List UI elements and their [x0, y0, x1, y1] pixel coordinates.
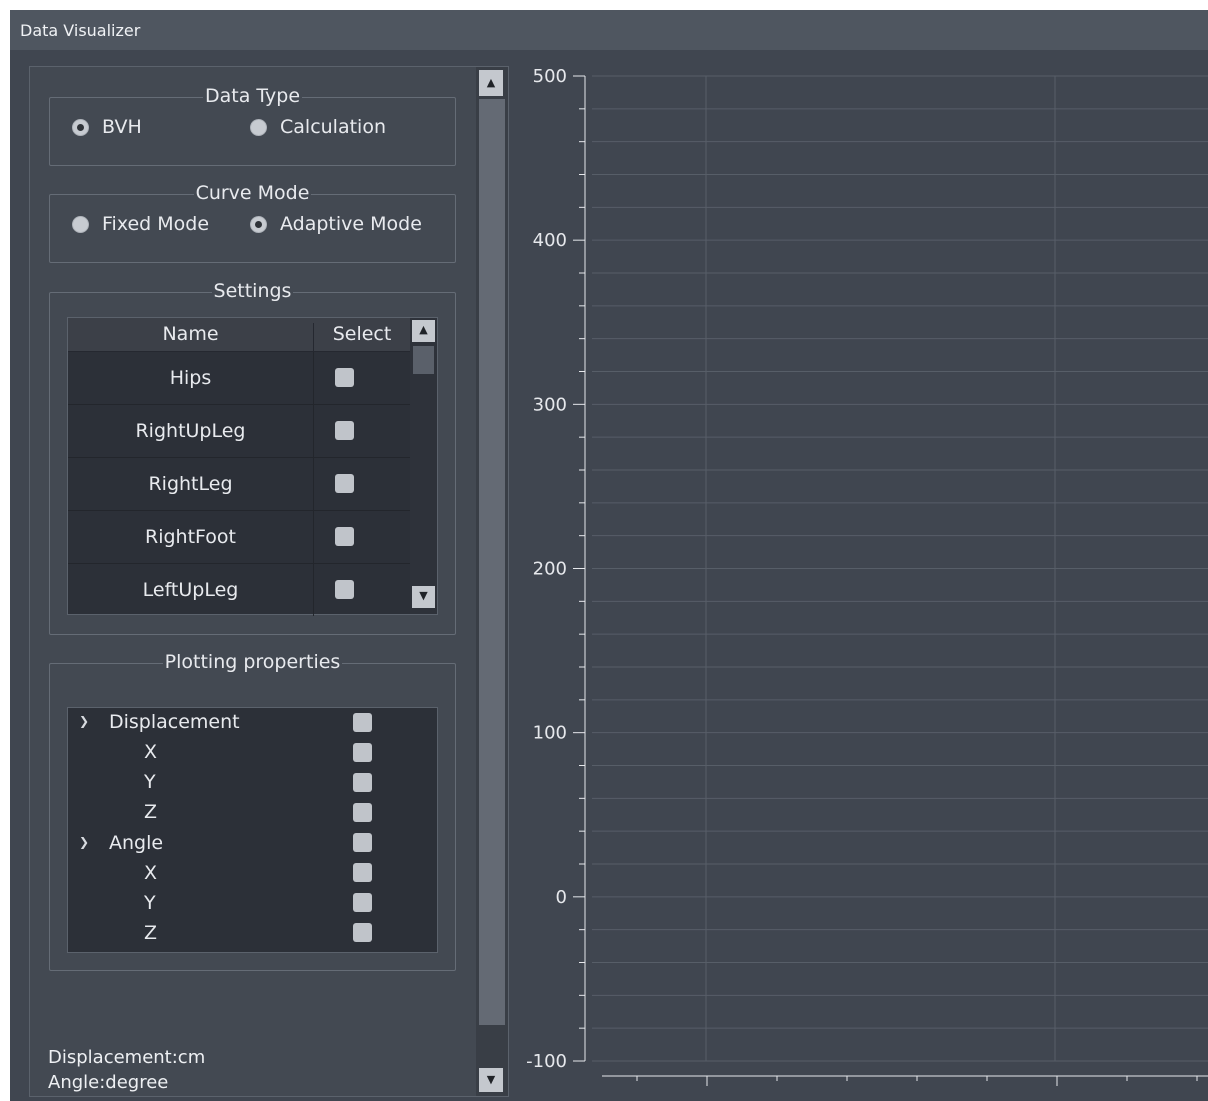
table-header: Name Select: [68, 318, 410, 356]
radio-calculation[interactable]: Calculation: [250, 116, 386, 138]
angle-x-checkbox[interactable]: [353, 863, 372, 882]
tree-item-displacement-z[interactable]: Z: [144, 801, 157, 823]
y-tick-label: -100: [526, 1051, 567, 1072]
chevron-down-icon[interactable]: ❯: [79, 835, 89, 849]
table-row[interactable]: RightUpLeg: [68, 405, 410, 458]
scroll-down-arrow-icon[interactable]: ▼: [412, 586, 435, 608]
radio-checked-icon: [250, 215, 267, 233]
row-name: Hips: [68, 352, 314, 404]
units-angle: Angle:degree: [48, 1072, 169, 1093]
radio-adaptive-mode[interactable]: Adaptive Mode: [250, 213, 422, 235]
tree-item-angle-y[interactable]: Y: [144, 892, 156, 914]
tree-item-displacement[interactable]: Displacement: [109, 711, 240, 733]
settings-title: Settings: [211, 280, 294, 302]
chevron-down-icon[interactable]: ❯: [79, 714, 89, 728]
select-checkbox[interactable]: [335, 527, 354, 546]
table-scrollbar[interactable]: ▲ ▼: [410, 318, 437, 614]
displacement-checkbox[interactable]: [353, 713, 372, 732]
data-visualizer-window: Data Visualizer Data Type BVH Calculatio…: [10, 10, 1208, 1101]
data-type-title: Data Type: [202, 85, 303, 107]
tree-item-angle-x[interactable]: X: [144, 862, 157, 884]
title-bar[interactable]: Data Visualizer: [10, 10, 1208, 50]
scroll-thumb[interactable]: [479, 99, 505, 1025]
y-tick-label: 0: [556, 887, 567, 908]
panel-scrollbar[interactable]: ▲ ▼: [476, 67, 508, 1096]
table-row[interactable]: RightLeg: [68, 458, 410, 511]
window-title: Data Visualizer: [20, 21, 141, 40]
radio-calculation-label: Calculation: [280, 116, 386, 138]
displacement-y-checkbox[interactable]: [353, 773, 372, 792]
table-row[interactable]: LeftUpLeg: [68, 564, 410, 616]
settings-group: Settings Name Select Hips RightUpLeg Rig…: [49, 280, 456, 635]
radio-bvh-label: BVH: [102, 116, 142, 138]
plotting-properties-tree: ❯ Displacement X Y Z ❯ Angle X Y Z: [67, 707, 438, 953]
displacement-x-checkbox[interactable]: [353, 743, 372, 762]
y-tick-label: 500: [533, 66, 567, 87]
plotting-properties-group: Plotting properties ❯ Displacement X Y Z…: [49, 651, 456, 971]
select-checkbox[interactable]: [335, 580, 354, 599]
curve-mode-group: Curve Mode Fixed Mode Adaptive Mode: [49, 182, 456, 263]
tree-item-angle[interactable]: Angle: [109, 832, 163, 854]
y-tick-label: 100: [533, 723, 567, 744]
tree-item-displacement-x[interactable]: X: [144, 741, 157, 763]
row-name: RightLeg: [68, 458, 314, 510]
chart-svg: 500 400 300 200 100 0 -100: [526, 66, 1208, 1086]
select-checkbox[interactable]: [335, 474, 354, 493]
tree-item-angle-z[interactable]: Z: [144, 922, 157, 944]
scroll-thumb[interactable]: [413, 346, 434, 374]
select-checkbox[interactable]: [335, 368, 354, 387]
angle-y-checkbox[interactable]: [353, 893, 372, 912]
angle-z-checkbox[interactable]: [353, 923, 372, 942]
row-name: RightUpLeg: [68, 405, 314, 457]
data-type-group: Data Type BVH Calculation: [49, 85, 456, 166]
y-tick-label: 400: [533, 230, 567, 251]
plotting-properties-title: Plotting properties: [162, 651, 343, 673]
row-name: LeftUpLeg: [68, 564, 314, 616]
curve-mode-title: Curve Mode: [193, 182, 312, 204]
radio-bvh[interactable]: BVH: [72, 116, 142, 138]
table-row[interactable]: Hips: [68, 352, 410, 405]
control-panel: Data Type BVH Calculation Curve Mode Fix…: [29, 66, 509, 1097]
row-name: RightFoot: [68, 511, 314, 563]
y-tick-label: 200: [533, 559, 567, 580]
select-checkbox[interactable]: [335, 421, 354, 440]
radio-adaptive-mode-label: Adaptive Mode: [280, 213, 422, 235]
scroll-down-arrow-icon[interactable]: ▼: [479, 1068, 503, 1092]
plot-area[interactable]: 500 400 300 200 100 0 -100: [520, 66, 1208, 1101]
scroll-up-arrow-icon[interactable]: ▲: [479, 70, 503, 96]
angle-checkbox[interactable]: [353, 833, 372, 852]
radio-unchecked-icon: [250, 118, 267, 136]
scroll-up-arrow-icon[interactable]: ▲: [412, 320, 435, 342]
radio-fixed-mode[interactable]: Fixed Mode: [72, 213, 209, 235]
settings-table: Name Select Hips RightUpLeg RightLeg Rig…: [67, 317, 438, 616]
column-header-select[interactable]: Select: [314, 323, 410, 345]
table-row[interactable]: RightFoot: [68, 511, 410, 564]
units-displacement: Displacement:cm: [48, 1047, 206, 1068]
radio-checked-icon: [72, 118, 89, 136]
y-tick-label: 300: [533, 394, 567, 415]
displacement-z-checkbox[interactable]: [353, 803, 372, 822]
radio-unchecked-icon: [72, 215, 89, 233]
tree-item-displacement-y[interactable]: Y: [144, 771, 156, 793]
radio-fixed-mode-label: Fixed Mode: [102, 213, 210, 235]
